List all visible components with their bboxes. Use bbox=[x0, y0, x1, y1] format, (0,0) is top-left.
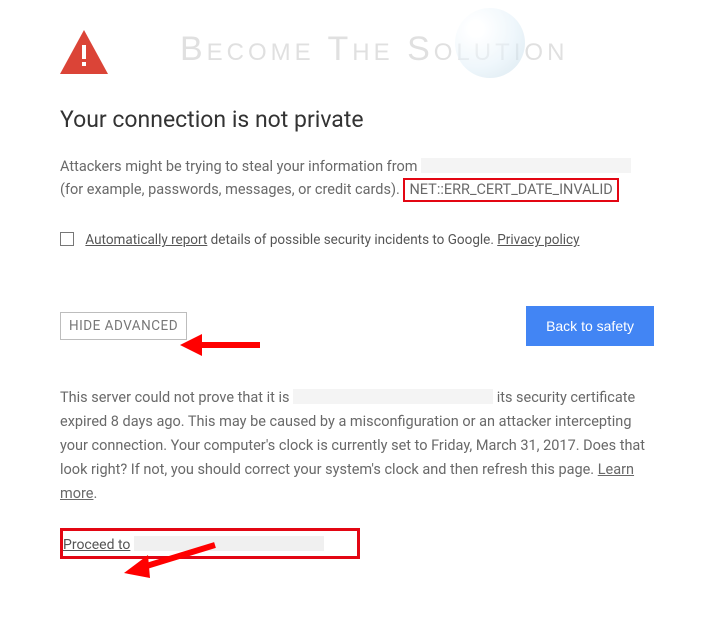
redacted-domain bbox=[421, 158, 631, 173]
auto-report-label[interactable]: Automatically report bbox=[85, 232, 207, 248]
redacted-domain-2 bbox=[293, 389, 493, 404]
hide-advanced-button[interactable]: HIDE ADVANCED bbox=[60, 312, 187, 340]
back-to-safety-button[interactable]: Back to safety bbox=[526, 306, 654, 346]
warning-icon bbox=[60, 30, 654, 78]
auto-report-checkbox[interactable] bbox=[60, 232, 74, 246]
privacy-policy-link[interactable]: Privacy policy bbox=[497, 232, 579, 248]
advanced-explanation: This server could not prove that it is i… bbox=[60, 386, 654, 506]
page-title: Your connection is not private bbox=[60, 106, 654, 133]
annotation-arrow-icon bbox=[180, 330, 260, 364]
error-code: NET::ERR_CERT_DATE_INVALID bbox=[409, 180, 612, 200]
annotation-arrow-icon bbox=[120, 540, 220, 584]
report-row: Automatically report details of possible… bbox=[60, 232, 654, 248]
error-code-highlight: NET::ERR_CERT_DATE_INVALID bbox=[403, 178, 618, 202]
warning-text: Attackers might be trying to steal your … bbox=[60, 155, 654, 202]
